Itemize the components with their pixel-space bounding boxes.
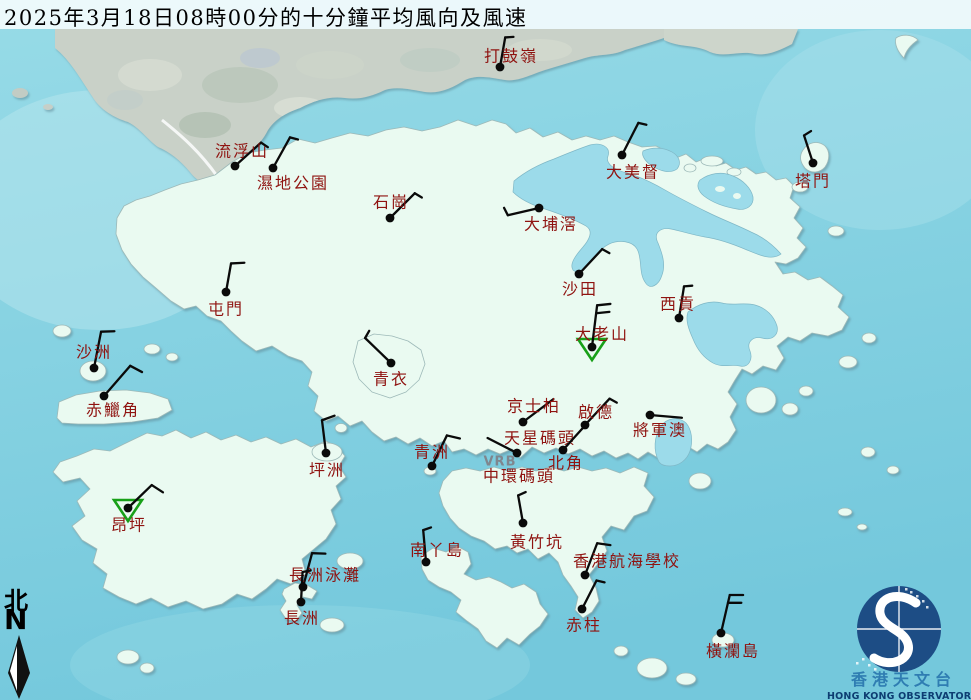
islet	[637, 658, 667, 678]
station-label: 塔門	[795, 172, 831, 191]
islet	[144, 344, 160, 354]
station-label: 黃竹坑	[510, 533, 564, 552]
station-dot	[222, 288, 231, 297]
station-dot	[269, 164, 278, 173]
islet	[12, 88, 28, 98]
station-dot	[519, 519, 528, 528]
station-label: 南丫島	[410, 541, 464, 560]
islet	[838, 508, 852, 516]
station-label: 天星碼頭	[504, 429, 576, 448]
islet	[53, 325, 71, 337]
station-label: 將軍澳	[633, 421, 687, 440]
islet	[861, 447, 875, 457]
station-dot	[100, 392, 109, 401]
logo-text-block: 香港天文台 HONG KONG OBSERVATORY	[827, 666, 971, 700]
station-label: 香港航海學校	[573, 552, 681, 571]
station-label: 沙洲	[76, 343, 112, 362]
station-label: 打鼓嶺	[484, 47, 538, 66]
station-label: 大埔滘	[524, 215, 578, 234]
station-label: 赤柱	[566, 616, 602, 635]
station-dot	[124, 504, 133, 513]
islet	[828, 226, 844, 236]
map-title: 2025年3月18日08時00分的十分鐘平均風向及風速	[4, 6, 527, 30]
station-label: 橫瀾島	[706, 642, 760, 661]
station-label: 中環碼頭	[483, 467, 555, 486]
station-label: 大老山	[575, 325, 629, 344]
station-label: 青衣	[373, 370, 409, 389]
islet	[614, 646, 628, 656]
station-dot	[90, 364, 99, 373]
islet	[676, 673, 696, 685]
station-label: 沙田	[562, 280, 598, 299]
station-label: 濕地公園	[257, 174, 329, 193]
wind-map: 打鼓嶺流浮山濕地公園石崗 大美督 塔門大埔滘沙田屯門 西貢大老山沙洲赤鱲角 青衣京士柏啟…	[0, 0, 971, 700]
islet	[684, 164, 696, 172]
islet	[839, 356, 857, 368]
station-label: 京士柏	[507, 397, 561, 416]
title-bar: 2025年3月18日08時00分的十分鐘平均風向及風速	[0, 0, 971, 29]
map-canvas: 打鼓嶺流浮山濕地公園石崗 大美督 塔門大埔滘沙田屯門 西貢大老山沙洲赤鱲角 青衣京士柏啟…	[0, 0, 971, 700]
station-dot	[297, 598, 306, 607]
islet	[117, 650, 139, 664]
station-dot	[231, 162, 240, 171]
islet	[335, 424, 347, 433]
station-dot	[588, 343, 597, 352]
station-dot	[581, 571, 590, 580]
station-dot	[428, 462, 437, 471]
station-dot	[646, 411, 655, 420]
station-label: 西貢	[660, 295, 696, 314]
station-label: 啟德	[578, 403, 614, 422]
station-label: 流浮山	[215, 142, 269, 161]
station-label: 青洲	[414, 443, 450, 462]
islet	[862, 333, 876, 343]
islet	[887, 466, 899, 474]
islet	[140, 663, 154, 673]
station-dot	[575, 270, 584, 279]
islet	[43, 104, 53, 110]
islet	[857, 524, 867, 530]
station-label: 大美督	[606, 163, 660, 182]
station-dot	[386, 214, 395, 223]
islet	[166, 353, 178, 361]
station-label: 昂坪	[111, 516, 147, 535]
station-dot	[535, 204, 544, 213]
islet	[320, 618, 344, 632]
islet	[701, 156, 723, 166]
station-dot	[809, 159, 818, 168]
logo-title-zh: 香港天文台	[827, 666, 971, 690]
station-dot	[675, 314, 684, 323]
station-label: 赤鱲角	[86, 401, 140, 420]
station-label: 長洲泳灘	[289, 566, 361, 585]
station-label: 長洲	[284, 609, 320, 628]
islet	[782, 403, 798, 415]
compass-north-letter: N	[4, 603, 27, 636]
islet	[746, 387, 776, 413]
station-label: 屯門	[208, 300, 244, 319]
station-dot	[618, 151, 627, 160]
station-dot	[578, 605, 587, 614]
logo-title-en: HONG KONG OBSERVATORY	[827, 691, 971, 700]
station-label: 石崗	[373, 193, 409, 212]
station-dot	[322, 449, 331, 458]
islet	[689, 473, 711, 489]
station-dot	[519, 418, 528, 427]
islet	[799, 386, 813, 396]
station-dot	[717, 629, 726, 638]
station-label: 坪洲	[309, 461, 345, 480]
station-dot	[387, 359, 396, 368]
